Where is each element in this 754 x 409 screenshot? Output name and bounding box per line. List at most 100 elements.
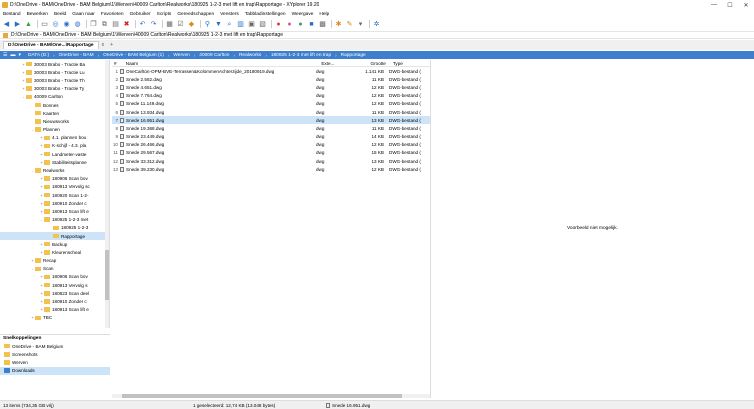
favorite-item[interactable]: OneDrive - BAM Belgium [0,342,110,350]
menu-item[interactable]: Gaan naar [69,12,98,17]
view-icon[interactable]: ▦ [165,20,174,29]
tree-item[interactable]: +180906 Scan bov [0,175,109,183]
tree-item[interactable]: + K-schijf - 4.3. pla [0,142,109,150]
menu-icon[interactable]: ☰ [3,52,7,58]
tree-item[interactable]: +180823 Scan deel [0,289,109,297]
file-row[interactable]: 1 OneCarlton-OPM-BVE-Terrassen&KolommenAc… [112,67,430,75]
file-list-scrollbar[interactable] [112,394,430,398]
find-files-icon[interactable]: ⌕ [225,20,234,29]
delete-icon[interactable]: ✖ [122,20,131,29]
tree-item[interactable]: +4.1. plannen bou [0,134,109,142]
column-name[interactable]: Naam [124,61,320,66]
filter-icon[interactable]: ▼ [214,20,223,29]
file-row[interactable]: 13 Snede 39.230.dwg dwg 12 KB DWG-bestand ( [112,165,430,173]
tree-item[interactable]: + TBC [0,314,109,322]
file-row[interactable]: 8 Snede 19.368.dwg dwg 11 KB DWG-bestand ( [112,124,430,132]
properties-icon[interactable]: ☑ [176,20,185,29]
breadcrumb-segment[interactable]: Rapportage [337,53,370,58]
file-row[interactable]: 10 Snede 26.466.dwg dwg 12 KB DWG-bestand ( [112,141,430,149]
layout-icon[interactable]: ▥ [236,20,245,29]
menu-item[interactable]: Bestand [0,12,24,17]
disc-icon[interactable]: ◍ [73,20,82,29]
file-list-scrollbar-thumb[interactable] [122,394,402,398]
tree-item[interactable]: + Backup [0,240,109,248]
tab-close-icon[interactable]: x [99,42,108,48]
menu-item[interactable]: Gebruiker [127,12,154,17]
tree-item[interactable]: +30003 Brabo - Tractie Ty [0,85,109,93]
tree-item[interactable]: - Plannen [0,126,109,134]
breadcrumb-segment[interactable]: Werven [169,53,193,58]
menu-item[interactable]: Scripts [154,12,175,17]
red-circle-icon[interactable]: ● [274,20,283,29]
computer-icon[interactable]: ▭ [40,20,49,29]
column-size[interactable]: Grootte [354,61,391,66]
menu-item[interactable]: Beeld [51,12,69,17]
tag-icon[interactable]: ◆ [187,20,196,29]
tree-item[interactable]: +180913 Vervolg s [0,281,109,289]
file-row[interactable]: 12 Snede 33.312.dwg dwg 13 KB DWG-bestand ( [112,157,430,165]
tab-rapportage[interactable]: D:\OneDrive - BAM\One...\Rapportage [3,41,99,49]
up-icon[interactable]: ▲ [24,20,33,29]
file-row[interactable]: 11 Snede 29.567.dwg dwg 15 KB DWG-bestand ( [112,149,430,157]
tree-item[interactable]: -180925 1-2-3 met [0,216,109,224]
breadcrumb-segment[interactable]: DATA (D:) [24,53,53,58]
address-text[interactable]: D:\OneDrive - BAM\OneDrive - BAM Belgium… [11,32,283,38]
tree-item[interactable]: +180906 Scan bov [0,273,109,281]
move-icon[interactable]: ⧉ [100,20,109,29]
tree-item[interactable]: - Realworks [0,166,109,174]
tree-item[interactable]: +180913 Scan lift e [0,306,109,314]
tree-item[interactable]: +30003 Brabo - Tractie Ba [0,60,109,68]
favorite-item[interactable]: Screenshots [0,350,110,358]
minimize-button[interactable]: — [706,0,722,10]
menu-item[interactable]: Favorieten [98,12,127,17]
undo-icon[interactable]: ↶ [138,20,147,29]
user-button-icon[interactable]: ▩ [318,20,327,29]
tree-item[interactable]: +180913 Scan lift e [0,207,109,215]
chevron-down-icon[interactable]: ▾ [18,52,21,58]
breadcrumb-segment[interactable]: 180925 1-2-3 met lift en trap [267,53,335,58]
tree-item[interactable]: 180925 1-2-3 [0,224,109,232]
columns-icon[interactable]: ▣ [247,20,256,29]
favorite-item[interactable]: Downloads [0,366,110,375]
maximize-button[interactable]: ☐ [722,0,738,10]
menu-item[interactable]: Help [316,12,332,17]
tree-item[interactable]: +180910 Zonder c [0,199,109,207]
tree-scrollbar[interactable] [105,60,109,328]
file-row[interactable]: 6 Snede 13.934.dwg dwg 11 KB DWG-bestand ( [112,108,430,116]
menu-item[interactable]: Tabbladinstellingen [242,12,289,17]
tree-item[interactable]: - Scan [0,265,109,273]
tree-item[interactable]: Nieuwsvorks [0,117,109,125]
file-row[interactable]: 9 Snede 23.449.dwg dwg 14 KB DWG-bestand ( [112,133,430,141]
file-row[interactable]: 3 Snede 4.651.dwg dwg 12 KB DWG-bestand ( [112,83,430,91]
close-button[interactable]: ✕ [738,0,754,10]
target-icon[interactable]: ◎ [51,20,60,29]
globe-icon[interactable]: ◉ [62,20,71,29]
search-icon[interactable]: ⚲ [203,20,212,29]
file-row[interactable]: 5 Snede 11.149.dwg dwg 12 KB DWG-bestand ( [112,100,430,108]
column-type[interactable]: Type [391,61,430,66]
back-icon[interactable]: ◀ [2,20,11,29]
pink-circle-icon[interactable]: ● [285,20,294,29]
new-tab-icon[interactable]: + [107,42,116,48]
menu-item[interactable]: Bewerken [24,12,51,17]
forward-icon[interactable]: ▶ [13,20,22,29]
tree-item[interactable]: +180910 Zonder c [0,297,109,305]
breadcrumb-segment[interactable]: OneDrive - BAM [55,53,98,58]
brush-icon[interactable]: ✎ [345,20,354,29]
breadcrumb-segment[interactable]: 40009 Carlton [195,53,233,58]
tree-item[interactable]: +180920 Scan 1-2- [0,191,109,199]
tree-item[interactable]: Bonnes [0,101,109,109]
settings-icon[interactable]: ✲ [372,20,381,29]
file-row[interactable]: 2 Snede 2.562.dwg dwg 11 KB DWG-bestand ( [112,75,430,83]
tree-item[interactable]: + Recap [0,257,109,265]
tree-scrollbar-thumb[interactable] [105,250,109,300]
favorite-item[interactable]: Werven [0,358,110,366]
tree-item[interactable]: Kaarten [0,109,109,117]
menu-item[interactable]: Weergave [289,12,317,17]
menu-item[interactable]: Vensters [217,12,242,17]
column-index[interactable]: # [112,61,124,66]
tree-item[interactable]: -40009 Carlton [0,93,109,101]
tree-item[interactable]: + Landmeter-vaste [0,150,109,158]
dropdown-icon[interactable]: ▾ [356,20,365,29]
tree-item[interactable]: + Stabiliteitsplanne [0,158,109,166]
